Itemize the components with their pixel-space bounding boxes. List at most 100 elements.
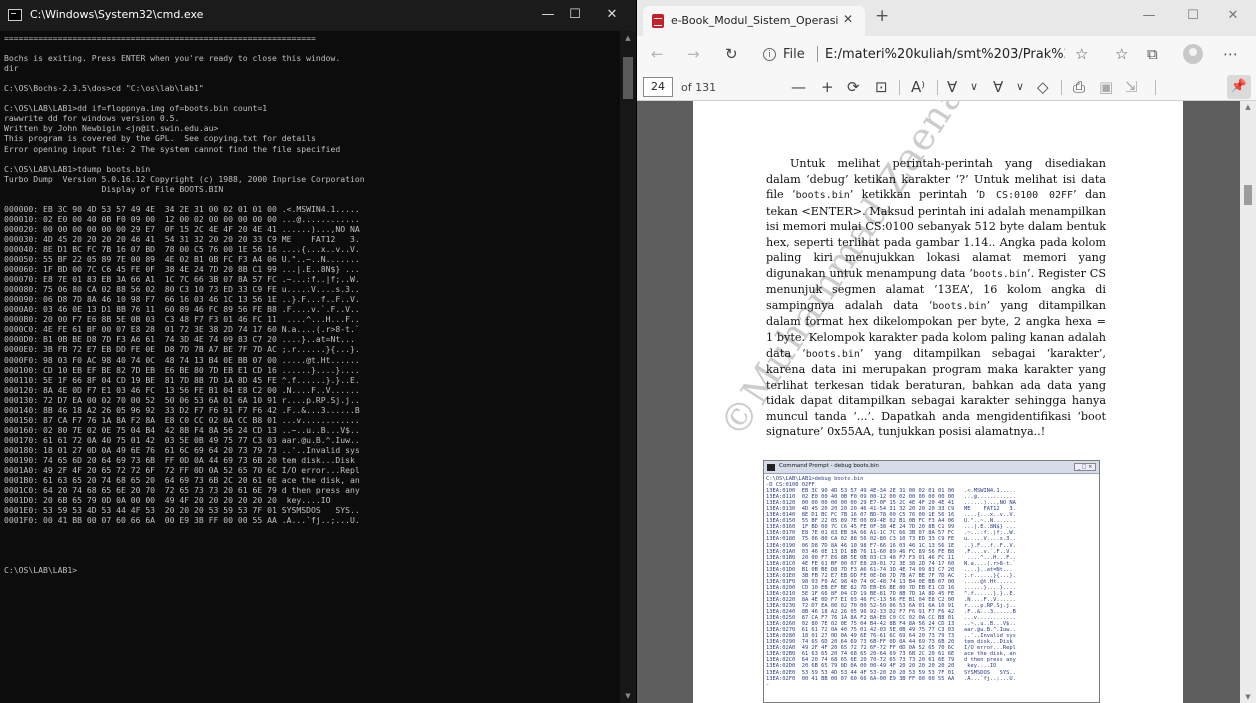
browser-maximize-button[interactable]: ☐ [1173,0,1213,32]
url-text[interactable]: E:/materi%20kuliah/smt%203/Prak%20Sistem… [825,47,1065,62]
console-icon [8,9,22,21]
console-line: 000100: CD 10 EB EF BE 82 7D EB E6 BE 80… [4,364,360,375]
console-line: Error opening input file: 2 The system c… [4,143,341,154]
console-line: 000090: 06 D8 7D 8A 46 10 98 F7 66 16 03… [4,294,360,305]
viewer-scrollbar[interactable]: ▲ ▼ [1240,101,1256,703]
zoom-in-icon[interactable]: + [821,77,834,97]
cmd-maximize-button[interactable]: ☐ [557,0,593,31]
console-line: 000070: E8 7E 01 83 EB 3A 66 A1 1C 7C 66… [4,274,360,285]
tab-pdf[interactable]: e-Book_Modul_Sistem_Operasi.pdf ✕ [643,6,865,36]
cmd-close-button[interactable]: ✕ [594,0,630,31]
draw-dropdown-icon[interactable]: ∨ [970,77,978,97]
viewer-scroll-thumb[interactable] [1244,185,1252,205]
console-line: C:\OS\Bochs-2.3.5\dos>cd "C:\os\lab\lab1… [4,83,204,94]
info-icon[interactable]: i [763,48,776,61]
pdf-toolbar: 24 of 131 — + ⟳ ⊡ A⁾ ∀ ∨ ∀ ∨ ◇ ⎙ ▣ ⇲ 📌 [637,74,1256,101]
highlight-dropdown-icon[interactable]: ∨ [1016,77,1024,97]
console-output[interactable]: ========================================… [4,33,618,701]
console-line: 000140: 8B 46 18 A2 26 05 96 92 33 D2 F7… [4,404,360,415]
console-line: 000160: 02 80 7E 02 0E 75 04 B4 42 8B F4… [4,424,360,435]
figure-console-line: - [766,681,770,688]
address-bar[interactable]: i File E:/materi%20kuliah/smt%203/Prak%2… [757,41,1102,69]
cmd-scrollbar[interactable]: ▲ ▼ [620,31,636,703]
figure-titlebar: Command Prompt - debug boots.bin _ □ × [764,461,1099,474]
toolbar-divider [1061,80,1062,95]
pin-toolbar-icon[interactable]: 📌 [1227,75,1251,99]
pdf-page: ©Muhammad Zaenal Husen Press Untuk melih… [693,101,1183,703]
forward-arrow-icon[interactable]: → [687,46,700,62]
tab-title: e-Book_Modul_Sistem_Operasi.pdf [671,14,839,27]
new-tab-button[interactable]: + [875,8,889,25]
console-line: This program is covered by the GPL. See … [4,133,316,144]
console-line: 000000: EB 3C 90 4D 53 57 49 4E 34 2E 31… [4,203,360,214]
cmd-window-title: C:\Windows\System32\cmd.exe [30,8,204,21]
scroll-down-arrow-icon[interactable]: ▼ [620,689,636,703]
save-as-icon[interactable]: ⇲ [1125,77,1138,97]
scroll-up-arrow-icon[interactable]: ▲ [1240,103,1256,111]
console-line: 000180: 18 01 27 0D 0A 49 6E 76 61 6C 69… [4,444,360,455]
rotate-icon[interactable]: ⟳ [847,77,860,97]
console-line: Written by John Newbigin <jn@it.swin.edu… [4,123,219,134]
figure-console-output: C:\OS\LAB\LAB1>debug boots.bin -D CS:0100… [766,476,1096,702]
console-line: dir [4,63,19,74]
console-line: 0000E0: 3B FB 72 E7 EB DD FE 0E D8 7D 7B… [4,344,360,355]
browser-minimize-button[interactable]: — [1129,0,1169,32]
refresh-icon[interactable]: ↻ [725,46,738,62]
scheme-label: File [783,47,805,62]
draw-icon[interactable]: ∀ [947,77,957,97]
console-line: 000060: 1F BD 00 7C C6 45 FE 0F 38 4E 24… [4,264,360,275]
console-line: C:\OS\LAB\LAB1>dd if=floppnya.img of=boo… [4,103,268,114]
highlight-icon[interactable]: ∀ [993,77,1003,97]
console-line: 0001C0: 64 20 74 68 65 6E 20 70 72 65 73… [4,485,360,496]
tab-close-icon[interactable]: ✕ [843,12,853,26]
cmd-scroll-thumb[interactable] [623,57,633,99]
cmd-titlebar[interactable]: C:\Windows\System32\cmd.exe — ☐ ✕ [0,0,636,31]
address-toolbar: ← → ↻ i File E:/materi%20kuliah/smt%203/… [637,36,1256,74]
profile-avatar[interactable] [1183,44,1203,64]
console-line: 0001B0: 61 63 65 20 74 68 65 20 64 69 73… [4,475,360,486]
console-line: ========================================… [4,33,316,43]
cmd-window: C:\Windows\System32\cmd.exe — ☐ ✕ ======… [0,0,636,703]
console-line: 000110: 5E 1F 66 8F 04 CD 19 BE 81 7D 8B… [4,374,360,385]
console-line: 0001F0: 00 41 BB 00 07 60 66 6A 00 E9 3B… [4,515,360,526]
zoom-out-icon[interactable]: — [791,77,806,97]
browser-close-button[interactable]: ✕ [1213,0,1253,32]
console-line: 000170: 61 61 72 0A 40 75 01 42 03 5E 0B… [4,434,360,445]
collections-icon[interactable]: ⧉ [1147,45,1158,63]
toolbar-divider [937,80,938,95]
fit-page-icon[interactable]: ⊡ [875,77,888,97]
console-icon [767,464,775,471]
favorites-icon[interactable]: ☆ [1115,45,1128,63]
scroll-down-arrow-icon[interactable]: ▼ [1240,693,1256,701]
pdf-file-icon [652,14,664,28]
console-line: 000190: 74 65 6D 20 64 69 73 6B FF 0D 0A… [4,454,360,465]
console-line: 0000B0: 20 00 F7 E6 8B 5E 0B 03 C3 48 F7… [4,314,360,325]
pdf-viewer[interactable]: ©Muhammad Zaenal Husen Press Untuk melih… [637,101,1256,703]
back-arrow-icon[interactable]: ← [651,46,664,62]
figure-window-buttons: _ □ × [1074,463,1096,471]
erase-icon[interactable]: ◇ [1037,77,1049,97]
console-line: 000020: 00 00 00 00 00 00 29 E7 0F 15 2C… [4,223,360,234]
console-line: Display of File BOOTS.BIN [4,183,224,194]
console-line: 0001E0: 53 59 53 4D 53 44 4F 53 20 20 20… [4,505,360,516]
favorite-star-icon[interactable]: ☆ [1075,45,1088,63]
scroll-up-arrow-icon[interactable]: ▲ [620,31,636,45]
console-line: 000080: 75 06 80 CA 02 88 56 02 80 C3 10… [4,284,360,295]
more-menu-icon[interactable]: ⋯ [1223,45,1238,63]
print-icon[interactable]: ⎙ [1073,77,1085,97]
page-number-input[interactable]: 24 [643,77,673,97]
console-line: 000010: 02 E0 00 40 0B F0 09 00 12 00 02… [4,213,360,224]
toolbar-divider [1155,80,1156,95]
save-icon[interactable]: ▣ [1099,77,1113,97]
console-line: 0001A0: 49 2F 4F 20 65 72 72 6F 72 FF 0D… [4,465,360,476]
figure-command-prompt-screenshot: Command Prompt - debug boots.bin _ □ × C… [763,460,1100,703]
read-aloud-icon[interactable]: A⁾ [911,77,925,97]
